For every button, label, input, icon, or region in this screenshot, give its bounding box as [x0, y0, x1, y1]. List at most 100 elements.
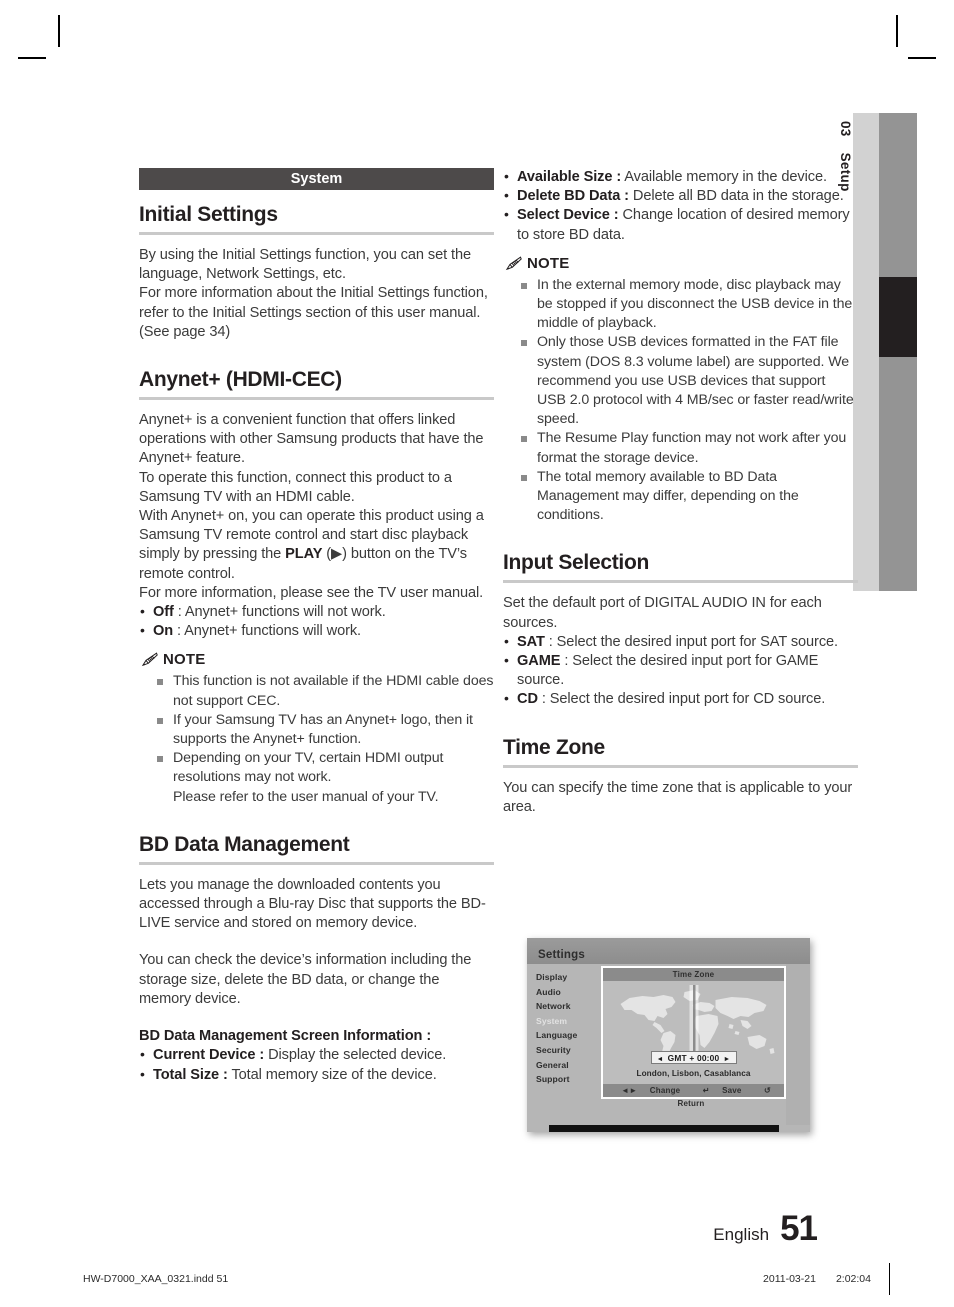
- gmt-selector[interactable]: ◄ GMT + 00:00 ►: [650, 1051, 737, 1064]
- sidebar-item-security[interactable]: Security: [536, 1043, 592, 1058]
- heading-rule: [139, 397, 494, 401]
- settings-screen-right-fill: [786, 964, 810, 1125]
- anynet-options-list: Off : Anynet+ functions will not work. O…: [139, 602, 494, 641]
- sidebar-item-display[interactable]: Display: [536, 970, 592, 985]
- anynet-paragraph-3: With Anynet+ on, you can operate this pr…: [139, 507, 494, 584]
- note-text: If your Samsung TV has an Anynet+ logo, …: [173, 711, 473, 748]
- side-tab-black-marker: [879, 277, 917, 357]
- heading-rule: [503, 580, 858, 584]
- print-footer: HW-D7000_XAA_0321.indd 51 2011-03-21 2:0…: [83, 1273, 871, 1285]
- sidebar-item-audio[interactable]: Audio: [536, 985, 592, 1000]
- bd-data-items-continued-list: Available Size : Available memory in the…: [503, 167, 858, 245]
- print-date: 2011-03-21: [763, 1273, 816, 1285]
- option-desc: : Anynet+ functions will not work.: [173, 604, 386, 621]
- input-selection-list: SAT : Select the desired input port for …: [503, 632, 858, 710]
- pencil-icon: [141, 652, 158, 667]
- section-bd-data-management: BD Data Management Lets you manage the d…: [139, 833, 494, 1085]
- list-item: Off : Anynet+ functions will not work.: [139, 602, 494, 622]
- item-term: Total Size :: [153, 1066, 228, 1083]
- list-item: On : Anynet+ functions will work.: [139, 621, 494, 641]
- item-desc: : Select the desired input port for GAME…: [517, 653, 819, 689]
- settings-screen-illustration: Settings Display Audio Network System La…: [527, 938, 810, 1132]
- crop-mark-top-left-vertical: [58, 15, 60, 47]
- list-item: This function is not available if the HD…: [157, 672, 494, 710]
- settings-screen-menu: Display Audio Network System Language Se…: [536, 970, 592, 1087]
- return-arrow-icon: ↺: [764, 1086, 771, 1095]
- note-text: This function is not available if the HD…: [173, 673, 494, 709]
- heading-anynet: Anynet+ (HDMI-CEC): [139, 368, 342, 392]
- list-item: The total memory available to BD Data Ma…: [521, 468, 858, 526]
- footer-change-action: ◄► Change: [616, 1086, 685, 1095]
- play-button-keyword: PLAY: [285, 546, 323, 563]
- left-column: System Initial Settings By using the Ini…: [139, 168, 494, 1085]
- note-text-continued: Please refer to the user manual of your …: [173, 788, 439, 805]
- heading-time-zone: Time Zone: [503, 735, 605, 759]
- time-zone-panel-title: Time Zone: [603, 968, 784, 981]
- list-item: Available Size : Available memory in the…: [503, 167, 858, 187]
- time-zone-panel: Time Zone ◄ GMT + 00:00 ► London, Lisbon…: [601, 966, 786, 1108]
- list-item: Depending on your TV, certain HDMI outpu…: [157, 749, 494, 807]
- input-selection-paragraph: Set the default port of DIGITAL AUDIO IN…: [503, 595, 822, 631]
- gmt-value: GMT + 00:00: [667, 1053, 720, 1063]
- gmt-next-arrow-icon[interactable]: ►: [723, 1056, 730, 1063]
- footer-language: English: [713, 1225, 770, 1244]
- pencil-icon: [505, 256, 522, 270]
- anynet-paragraph-1: Anynet+ is a convenient function that of…: [139, 412, 484, 467]
- settings-screen-bottom-bar: [549, 1125, 779, 1132]
- sidebar-item-language[interactable]: Language: [536, 1028, 592, 1043]
- item-term: Delete BD Data :: [517, 188, 629, 205]
- crop-mark-top-left-horizontal: [18, 57, 46, 59]
- chapter-side-tab: 03Setup: [838, 113, 917, 591]
- item-desc: : Select the desired input port for SAT …: [544, 633, 838, 650]
- sidebar-item-general[interactable]: General: [536, 1058, 592, 1073]
- bd-data-items-list: Current Device : Display the selected de…: [139, 1045, 494, 1084]
- item-term: CD: [517, 691, 538, 708]
- crop-mark-top-right-horizontal: [908, 57, 936, 59]
- gmt-prev-arrow-icon[interactable]: ◄: [656, 1056, 663, 1063]
- section-band-system: System: [139, 168, 494, 190]
- item-term: SAT: [517, 633, 545, 650]
- section-anynet: Anynet+ (HDMI-CEC) Anynet+ is a convenie…: [139, 368, 494, 807]
- item-term: Select Device :: [517, 207, 619, 224]
- enter-key-icon: ↵: [702, 1086, 710, 1095]
- note-text: The total memory available to BD Data Ma…: [537, 468, 799, 524]
- list-item: Current Device : Display the selected de…: [139, 1045, 494, 1065]
- heading-bd-data-management: BD Data Management: [139, 832, 350, 856]
- initial-settings-paragraph: By using the Initial Settings function, …: [139, 247, 488, 340]
- anynet-paragraph-4: For more information, please see the TV …: [139, 584, 484, 601]
- item-term: Available Size :: [517, 169, 622, 185]
- item-desc: Total memory size of the device.: [227, 1066, 437, 1083]
- save-label: Save: [722, 1086, 742, 1095]
- list-item: The Resume Play function may not work af…: [521, 429, 858, 467]
- sidebar-item-system[interactable]: System: [536, 1014, 592, 1029]
- item-term: Current Device :: [153, 1047, 265, 1064]
- section-time-zone: Time Zone You can specify the time zone …: [503, 736, 858, 817]
- sidebar-item-support[interactable]: Support: [536, 1072, 592, 1087]
- anynet-paragraph-2: To operate this function, connect this p…: [139, 469, 452, 505]
- note-label: NOTE: [527, 254, 570, 272]
- item-desc: Delete all BD data in the storage.: [628, 188, 844, 205]
- bd-data-paragraph-1: Lets you manage the downloaded contents …: [139, 876, 486, 932]
- item-desc: : Select the desired input port for CD s…: [537, 691, 826, 708]
- item-term: GAME: [517, 653, 561, 670]
- time-zone-paragraph: You can specify the time zone that is ap…: [503, 779, 853, 815]
- bd-data-paragraph-2: You can check the device’s information i…: [139, 952, 472, 1007]
- change-label: Change: [649, 1086, 681, 1095]
- list-item: Only those USB devices formatted in the …: [521, 333, 858, 429]
- list-item: SAT : Select the desired input port for …: [503, 632, 858, 652]
- option-desc: : Anynet+ functions will work.: [173, 623, 362, 640]
- manual-page: 03Setup System Initial Settings By using…: [0, 0, 954, 1307]
- list-item: In the external memory mode, disc playba…: [521, 276, 858, 334]
- heading-rule: [139, 232, 494, 235]
- gmt-cities-label: London, Lisbon, Casablanca: [636, 1069, 751, 1078]
- print-time: 2:02:04: [835, 1273, 871, 1285]
- note-text: In the external memory mode, disc playba…: [537, 276, 853, 332]
- item-desc: Display the selected device.: [264, 1047, 447, 1064]
- list-item: CD : Select the desired input port for C…: [503, 689, 858, 709]
- note-header: NOTE: [139, 651, 494, 668]
- heading-rule: [503, 764, 858, 768]
- anynet-notes-list: This function is not available if the HD…: [139, 672, 494, 806]
- sidebar-item-network[interactable]: Network: [536, 999, 592, 1014]
- side-tab-number: 03: [838, 121, 853, 137]
- bd-data-subheading: BD Data Management Screen Information :: [139, 1028, 432, 1045]
